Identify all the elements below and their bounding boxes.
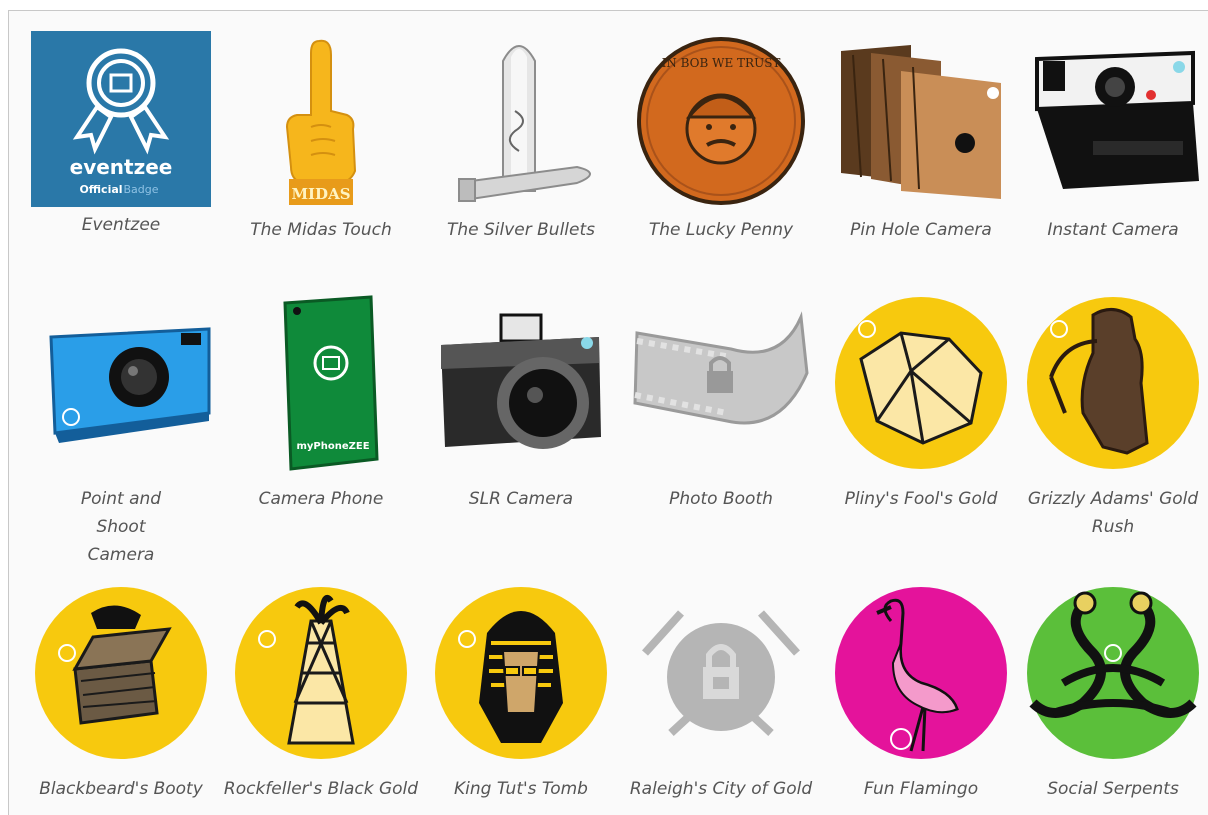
badge-label: King Tut's Tomb xyxy=(454,779,588,799)
serpents-icon xyxy=(1023,583,1203,763)
badge-photo-booth[interactable]: Photo Booth xyxy=(621,293,821,553)
grizzly-bear-icon xyxy=(1023,293,1203,473)
badge-midas-touch[interactable]: MIDAS The Midas Touch xyxy=(221,31,421,291)
badge-label: The Midas Touch xyxy=(250,220,392,240)
svg-text:Badge: Badge xyxy=(123,183,158,196)
badge-raleighs-city-of-gold[interactable]: Raleigh's City of Gold xyxy=(621,583,821,815)
badge-label: Instant Camera xyxy=(1047,220,1179,240)
point-and-shoot-camera-icon xyxy=(31,293,211,473)
instant-camera-icon xyxy=(1023,31,1203,211)
phone-brand-text: myPhoneZEE xyxy=(296,441,369,452)
badge-label: Raleigh's City of Gold xyxy=(629,779,813,799)
eventzee-brand-text: eventzee xyxy=(70,155,173,179)
pinhole-camera-icon xyxy=(831,31,1011,211)
badge-fun-flamingo[interactable]: Fun Flamingo xyxy=(821,583,1021,815)
badge-slr-camera[interactable]: SLR Camera xyxy=(421,293,621,553)
silver-bullet-icon xyxy=(431,31,611,211)
penny-motto: IN BOB WE TRUST xyxy=(662,56,781,70)
badge-blackbeards-booty[interactable]: Blackbeard's Booty xyxy=(21,583,221,815)
badge-label: Point and Shoot Camera xyxy=(80,489,162,565)
badge-point-and-shoot[interactable]: Point and Shoot Camera xyxy=(21,293,221,565)
badge-camera-phone[interactable]: myPhoneZEE Camera Phone xyxy=(221,293,421,553)
oil-derrick-icon xyxy=(231,583,411,763)
pharaoh-icon xyxy=(431,583,611,763)
badge-label: The Silver Bullets xyxy=(446,220,596,240)
badge-plinys-fools-gold[interactable]: Pliny's Fool's Gold xyxy=(821,293,1021,553)
badge-instant-camera[interactable]: Instant Camera xyxy=(1013,31,1208,291)
badge-lucky-penny[interactable]: IN BOB WE TRUST The Lucky Penny xyxy=(621,31,821,291)
badge-label: Pin Hole Camera xyxy=(850,220,992,240)
slr-camera-icon xyxy=(431,293,611,473)
flamingo-icon xyxy=(831,583,1011,763)
badge-label: Social Serpents xyxy=(1047,779,1179,799)
badge-label: Fun Flamingo xyxy=(863,779,979,799)
badge-label: Photo Booth xyxy=(669,489,773,509)
camera-phone-icon: myPhoneZEE xyxy=(231,293,411,473)
badge-silver-bullets[interactable]: The Silver Bullets xyxy=(421,31,621,291)
badge-pin-hole-camera[interactable]: Pin Hole Camera xyxy=(821,31,1021,291)
badge-label: Rockfeller's Black Gold xyxy=(223,779,419,799)
badge-rockfellers-black-gold[interactable]: Rockfeller's Black Gold xyxy=(221,583,421,815)
penny-icon: IN BOB WE TRUST xyxy=(631,31,811,211)
badge-label: Pliny's Fool's Gold xyxy=(844,489,998,509)
midas-sign-text: MIDAS xyxy=(291,185,350,203)
badge-social-serpents[interactable]: Social Serpents xyxy=(1013,583,1208,815)
badge-gallery: eventzee Official Badge Eventzee MIDAS T… xyxy=(8,10,1208,815)
svg-text:Official: Official xyxy=(79,183,122,196)
badge-label: Grizzly Adams' Gold Rush xyxy=(1027,489,1199,537)
badge-eventzee[interactable]: eventzee Official Badge Eventzee xyxy=(21,31,221,291)
badge-label: Eventzee xyxy=(81,215,161,235)
badge-label: SLR Camera xyxy=(468,489,574,509)
badge-grizzly-adams[interactable]: Grizzly Adams' Gold Rush xyxy=(1013,293,1208,553)
badge-king-tuts-tomb[interactable]: King Tut's Tomb xyxy=(421,583,621,815)
badge-grid: eventzee Official Badge Eventzee MIDAS T… xyxy=(9,11,1208,815)
fools-gold-icon xyxy=(831,293,1011,473)
film-strip-locked-icon xyxy=(631,293,811,473)
badge-label: Camera Phone xyxy=(258,489,384,509)
badge-label: Blackbeard's Booty xyxy=(39,779,203,799)
treasure-chest-icon xyxy=(31,583,211,763)
pointing-finger-icon: MIDAS xyxy=(231,31,411,211)
badge-label: The Lucky Penny xyxy=(648,220,794,240)
locked-badge-icon xyxy=(631,583,811,763)
eventzee-badge-icon: eventzee Official Badge xyxy=(31,31,211,211)
